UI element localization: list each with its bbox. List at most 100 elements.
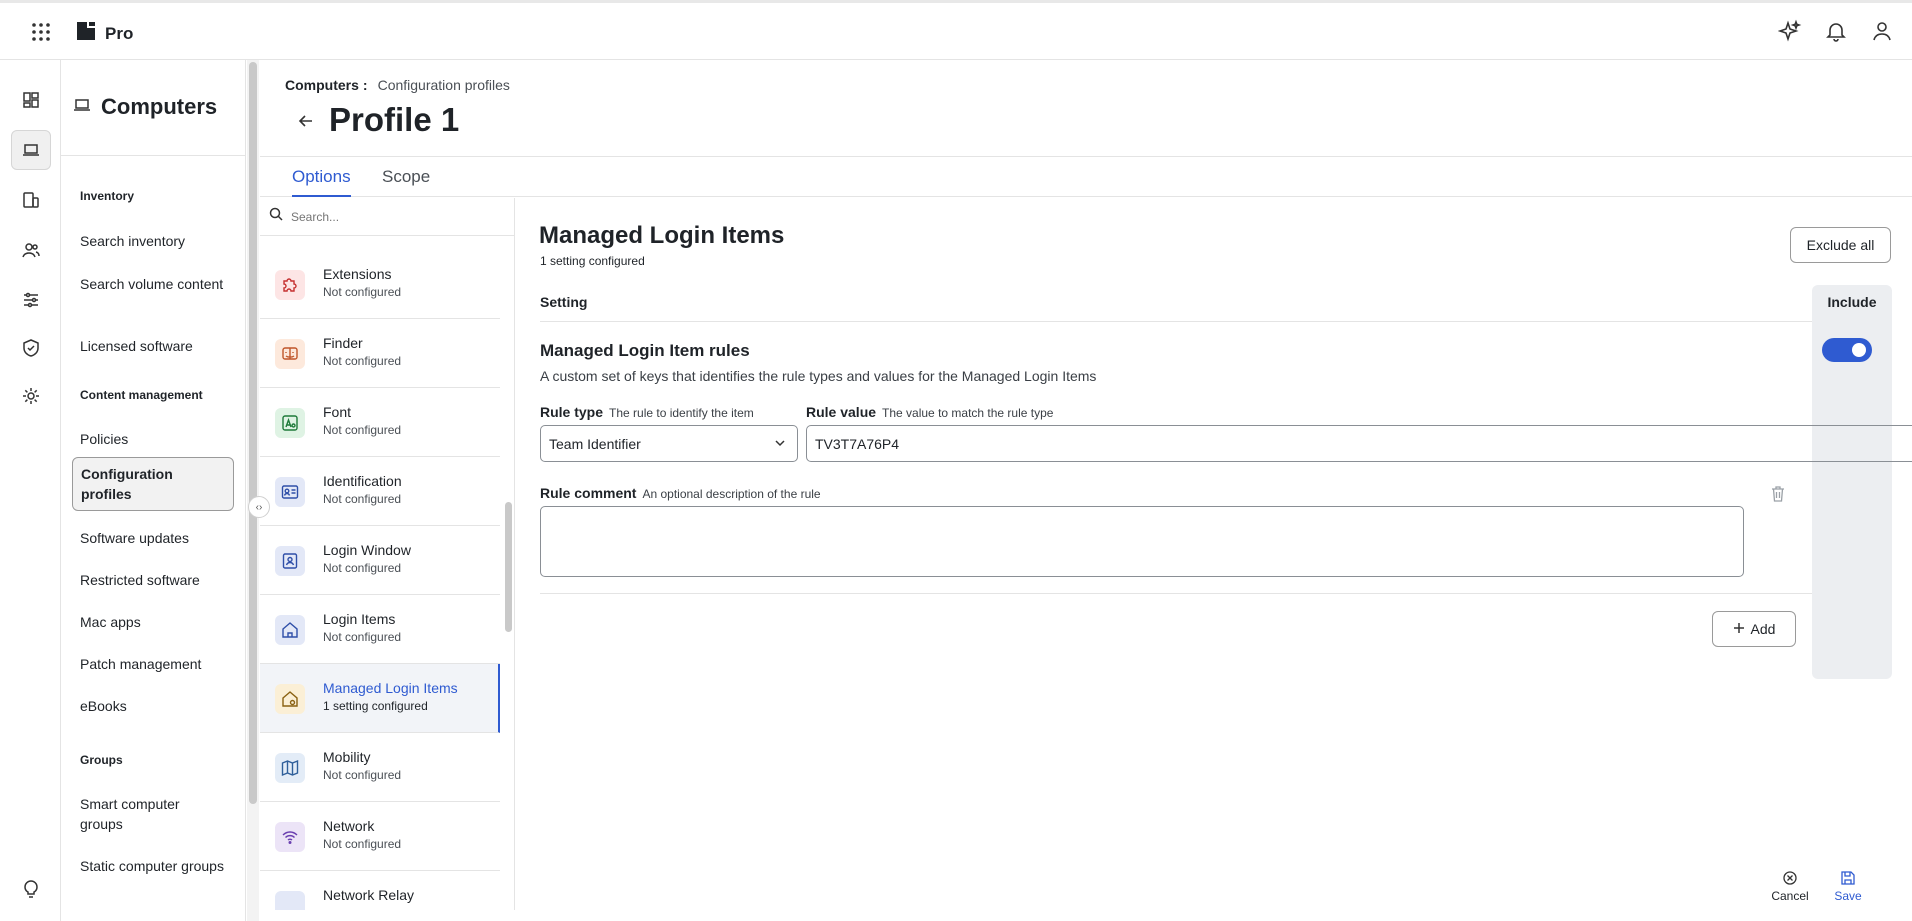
brand-logo-icon bbox=[75, 20, 97, 47]
breadcrumb: Computers : Configuration profiles bbox=[285, 77, 510, 93]
settings-list: Extensions Not configured Finder Not con… bbox=[260, 250, 500, 910]
save-button[interactable]: Save bbox=[1818, 870, 1878, 903]
nav-scrollbar[interactable] bbox=[247, 60, 259, 921]
tab-options[interactable]: Options bbox=[292, 167, 351, 197]
rule-type-select[interactable]: Team Identifier bbox=[540, 425, 798, 462]
chevron-down-icon bbox=[773, 436, 787, 450]
breadcrumb-separator: : bbox=[362, 77, 368, 93]
dashboard-icon[interactable] bbox=[11, 80, 51, 120]
finder-icon bbox=[275, 339, 305, 369]
nav-item-search-inventory[interactable]: Search inventory bbox=[72, 225, 234, 257]
exclude-all-button[interactable]: Exclude all bbox=[1790, 227, 1891, 263]
list-item-status: 1 setting configured bbox=[323, 699, 428, 713]
rule-type-label-text: Rule type bbox=[540, 404, 604, 420]
rule-type-value: Team Identifier bbox=[549, 436, 641, 452]
search-box bbox=[260, 198, 514, 236]
list-item[interactable]: Login Window Not configured bbox=[260, 526, 500, 595]
nav-item-policies[interactable]: Policies bbox=[72, 423, 234, 455]
sparkle-icon[interactable] bbox=[1777, 19, 1802, 43]
map-icon bbox=[275, 753, 305, 783]
list-item[interactable]: Extensions Not configured bbox=[260, 250, 500, 319]
wifi-icon bbox=[275, 822, 305, 852]
setting-header: Setting bbox=[540, 294, 588, 310]
save-label: Save bbox=[1834, 889, 1862, 903]
nav-item-software-updates[interactable]: Software updates bbox=[72, 522, 234, 554]
breadcrumb-root[interactable]: Computers bbox=[285, 77, 359, 93]
brand-name: Pro bbox=[105, 23, 134, 43]
list-item-status: Not configured bbox=[323, 630, 402, 644]
devices-icon[interactable] bbox=[11, 180, 51, 220]
nav-sidebar: Computers Inventory Search inventory Sea… bbox=[61, 60, 246, 921]
nav-item-restricted-software[interactable]: Restricted software bbox=[72, 564, 234, 596]
main-header: Computers : Configuration profiles Profi… bbox=[260, 60, 1912, 197]
nav-item-licensed-software[interactable]: Licensed software bbox=[72, 330, 234, 362]
back-arrow-icon[interactable] bbox=[295, 110, 317, 132]
list-item-status: Not configured bbox=[323, 285, 402, 299]
nav-item-patch-management[interactable]: Patch management bbox=[72, 648, 234, 680]
nav-group-groups: Groups bbox=[80, 753, 123, 767]
list-item-status: Not configured bbox=[323, 354, 402, 368]
nav-item-smart-computer-groups[interactable]: Smart computer groups bbox=[72, 788, 234, 840]
list-item-name: Network bbox=[323, 818, 375, 834]
rule-divider bbox=[540, 593, 1812, 594]
nav-divider bbox=[61, 155, 245, 156]
user-icon[interactable] bbox=[1870, 19, 1894, 43]
list-item-status: Not configured bbox=[323, 561, 402, 575]
list-item[interactable]: Network Relay bbox=[260, 871, 500, 910]
users-icon[interactable] bbox=[11, 230, 51, 270]
nav-item-mac-apps[interactable]: Mac apps bbox=[72, 606, 234, 638]
app-grid-icon[interactable] bbox=[30, 21, 52, 43]
home-gear-icon bbox=[275, 684, 305, 714]
list-item-status: Not configured bbox=[323, 837, 402, 851]
save-icon bbox=[1840, 870, 1856, 886]
rule-comment-hint: An optional description of the rule bbox=[642, 487, 821, 501]
list-item[interactable]: Identification Not configured bbox=[260, 457, 500, 526]
rule-value-input[interactable]: TV3T7A76P4 bbox=[806, 425, 1912, 462]
list-scrollbar-thumb[interactable] bbox=[505, 502, 512, 632]
rule-comment-label-text: Rule comment bbox=[540, 485, 637, 501]
nav-item-static-computer-groups[interactable]: Static computer groups bbox=[72, 850, 234, 882]
list-item-name: Font bbox=[323, 404, 352, 420]
list-item[interactable]: Network Not configured bbox=[260, 802, 500, 871]
list-item-name: Login Window bbox=[323, 542, 411, 558]
sliders-icon[interactable] bbox=[11, 280, 51, 320]
header-divider bbox=[540, 321, 1812, 322]
list-item[interactable]: Finder Not configured bbox=[260, 319, 500, 388]
list-item-name: Network Relay bbox=[323, 887, 415, 903]
rules-title: Managed Login Item rules bbox=[540, 341, 750, 360]
add-rule-button[interactable]: Add bbox=[1712, 611, 1796, 647]
rule-comment-textarea[interactable] bbox=[540, 506, 1744, 577]
brand[interactable]: Pro bbox=[75, 20, 133, 47]
font-icon bbox=[275, 408, 305, 438]
relay-icon bbox=[275, 891, 305, 910]
tab-scope[interactable]: Scope bbox=[382, 167, 430, 195]
lightbulb-icon[interactable] bbox=[11, 869, 51, 909]
laptop-icon[interactable] bbox=[11, 130, 51, 170]
tab-bar: Options Scope bbox=[260, 156, 1912, 197]
include-toggle[interactable] bbox=[1822, 338, 1872, 362]
breadcrumb-current[interactable]: Configuration profiles bbox=[378, 77, 510, 93]
payload-title: Managed Login Items bbox=[539, 222, 785, 249]
list-scrollbar[interactable] bbox=[502, 236, 514, 910]
list-item[interactable]: Mobility Not configured bbox=[260, 733, 500, 802]
collapse-sidebar-button[interactable]: ‹› bbox=[248, 496, 270, 518]
bell-icon[interactable] bbox=[1824, 19, 1848, 43]
shield-icon[interactable] bbox=[11, 328, 51, 368]
nav-item-configuration-profiles[interactable]: Configuration profiles bbox=[72, 457, 234, 511]
add-label: Add bbox=[1750, 621, 1776, 637]
list-item-name: Mobility bbox=[323, 749, 371, 765]
nav-item-search-volume-content[interactable]: Search volume content bbox=[72, 268, 234, 300]
search-input[interactable] bbox=[291, 209, 491, 224]
cancel-button[interactable]: Cancel bbox=[1760, 870, 1820, 903]
list-item-name: Extensions bbox=[323, 266, 392, 282]
list-item-selected[interactable]: Managed Login Items 1 setting configured bbox=[260, 664, 500, 733]
nav-item-ebooks[interactable]: eBooks bbox=[72, 690, 234, 722]
gear-icon[interactable] bbox=[11, 376, 51, 416]
laptop-icon bbox=[73, 96, 91, 119]
nav-scrollbar-thumb[interactable] bbox=[249, 62, 257, 804]
list-item[interactable]: Login Items Not configured bbox=[260, 595, 500, 664]
rules-description: A custom set of keys that identifies the… bbox=[540, 368, 1097, 384]
cancel-circle-icon bbox=[1782, 870, 1798, 886]
trash-icon[interactable] bbox=[1770, 485, 1786, 503]
list-item[interactable]: Font Not configured bbox=[260, 388, 500, 457]
